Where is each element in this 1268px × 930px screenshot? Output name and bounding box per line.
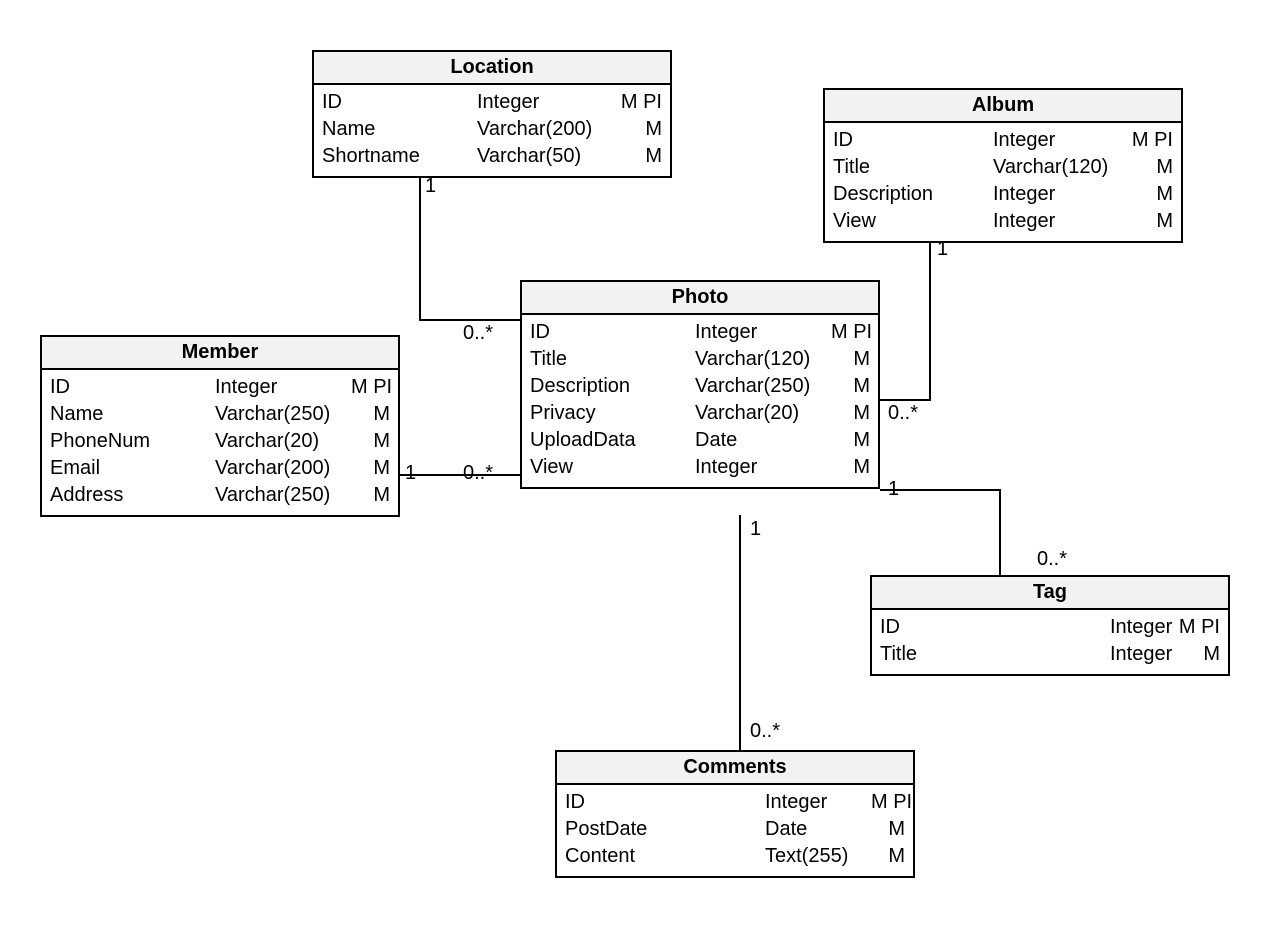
attr-row: PhoneNumVarchar(20)M xyxy=(50,428,390,455)
entity-location-title: Location xyxy=(314,52,670,85)
attr-row: IDIntegerM PI xyxy=(322,89,662,116)
entity-photo-title: Photo xyxy=(522,282,878,315)
cardinality-tag-one: 1 xyxy=(888,478,899,501)
er-diagram: Location IDIntegerM PI NameVarchar(200)M… xyxy=(0,0,1268,930)
cardinality-tag-many: 0..* xyxy=(1037,548,1067,571)
cardinality-album-many: 0..* xyxy=(888,402,918,425)
cardinality-location-many: 0..* xyxy=(463,322,493,345)
attr-row: IDIntegerM PI xyxy=(530,319,870,346)
attr-row: TitleVarchar(120)M xyxy=(833,154,1173,181)
attr-row: PostDateDateM xyxy=(565,816,905,843)
attr-row: ContentText(255)M xyxy=(565,843,905,870)
entity-tag: Tag IDIntegerM PI TitleIntegerM xyxy=(870,575,1230,676)
attr-row: NameVarchar(200)M xyxy=(322,116,662,143)
attr-row: ViewIntegerM xyxy=(833,208,1173,235)
attr-row: TitleIntegerM xyxy=(880,641,1220,668)
cardinality-album-one: 1 xyxy=(937,238,948,261)
attr-row: IDIntegerM PI xyxy=(833,127,1173,154)
entity-comments: Comments IDIntegerM PI PostDateDateM Con… xyxy=(555,750,915,878)
attr-row: NameVarchar(250)M xyxy=(50,401,390,428)
attr-row: IDIntegerM PI xyxy=(565,789,905,816)
entity-location: Location IDIntegerM PI NameVarchar(200)M… xyxy=(312,50,672,178)
attr-row: ShortnameVarchar(50)M xyxy=(322,143,662,170)
attr-row: DescriptionIntegerM xyxy=(833,181,1173,208)
entity-member-body: IDIntegerM PI NameVarchar(250)M PhoneNum… xyxy=(42,370,398,515)
entity-member-title: Member xyxy=(42,337,398,370)
attr-row: UploadDataDateM xyxy=(530,427,870,454)
entity-comments-body: IDIntegerM PI PostDateDateM ContentText(… xyxy=(557,785,913,876)
entity-photo-body: IDIntegerM PI TitleVarchar(120)M Descrip… xyxy=(522,315,878,487)
attr-row: PrivacyVarchar(20)M xyxy=(530,400,870,427)
attr-row: IDIntegerM PI xyxy=(50,374,390,401)
entity-photo: Photo IDIntegerM PI TitleVarchar(120)M D… xyxy=(520,280,880,489)
entity-tag-title: Tag xyxy=(872,577,1228,610)
entity-location-body: IDIntegerM PI NameVarchar(200)M Shortnam… xyxy=(314,85,670,176)
attr-row: ViewIntegerM xyxy=(530,454,870,481)
cardinality-member-many: 0..* xyxy=(463,462,493,485)
entity-comments-title: Comments xyxy=(557,752,913,785)
entity-album-body: IDIntegerM PI TitleVarchar(120)M Descrip… xyxy=(825,123,1181,241)
attr-row: EmailVarchar(200)M xyxy=(50,455,390,482)
attr-row: IDIntegerM PI xyxy=(880,614,1220,641)
attr-row: TitleVarchar(120)M xyxy=(530,346,870,373)
cardinality-location-one: 1 xyxy=(425,175,436,198)
cardinality-comments-many: 0..* xyxy=(750,720,780,743)
cardinality-comments-one: 1 xyxy=(750,518,761,541)
entity-album-title: Album xyxy=(825,90,1181,123)
entity-album: Album IDIntegerM PI TitleVarchar(120)M D… xyxy=(823,88,1183,243)
attr-row: AddressVarchar(250)M xyxy=(50,482,390,509)
cardinality-member-one: 1 xyxy=(405,462,416,485)
entity-member: Member IDIntegerM PI NameVarchar(250)M P… xyxy=(40,335,400,517)
entity-tag-body: IDIntegerM PI TitleIntegerM xyxy=(872,610,1228,674)
attr-row: DescriptionVarchar(250)M xyxy=(530,373,870,400)
